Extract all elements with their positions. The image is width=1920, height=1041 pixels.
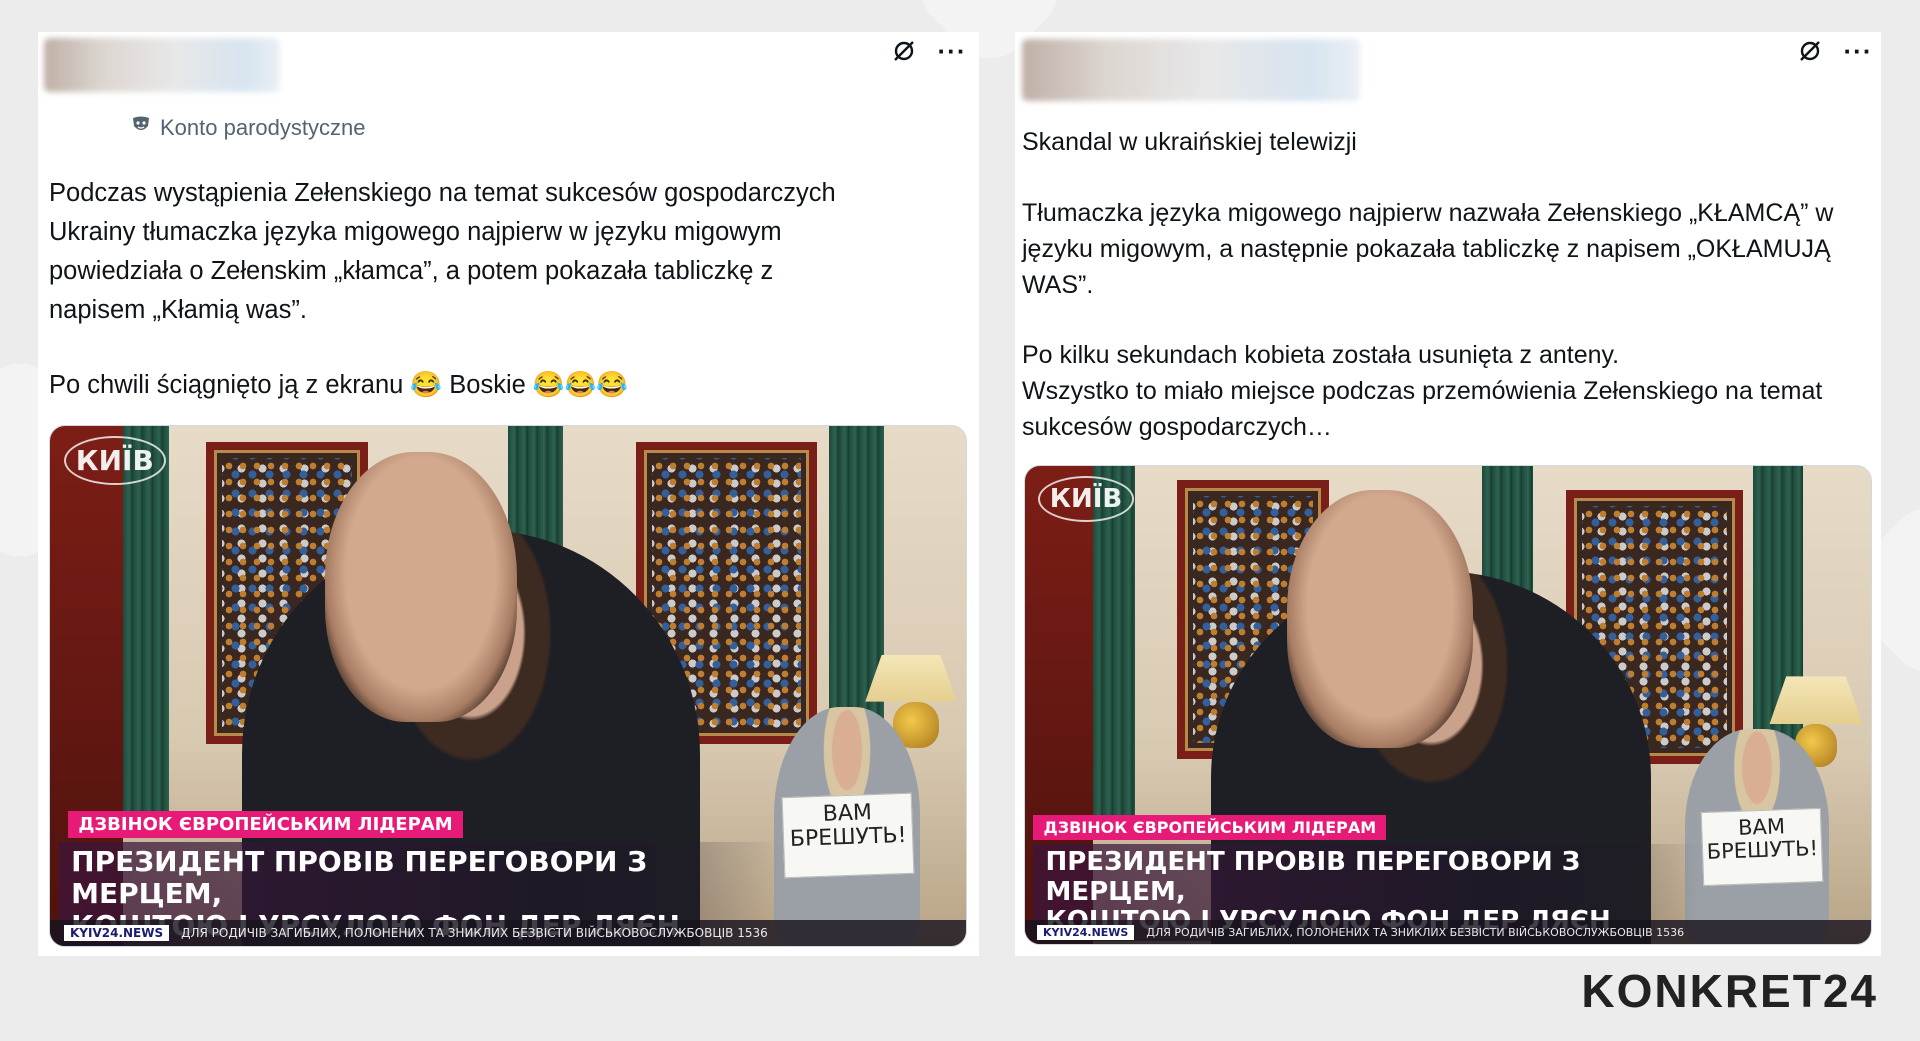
sign-text: БРЕШУТЬ! <box>1706 836 1819 865</box>
grok-icon[interactable] <box>1797 38 1823 64</box>
video-thumbnail[interactable]: ВАМ БРЕШУТЬ! КИЇВ ДЗВІНОК ЄВРОПЕЙСЬКИМ Л… <box>1024 465 1872 945</box>
protest-sign: ВАМ БРЕШУТЬ! <box>781 792 915 879</box>
post-card-left: ··· Konto parodystyczne Podczas wystąpie… <box>38 32 979 956</box>
ticker-text: ДЛЯ РОДИЧІВ ЗАГИБЛИХ, ПОЛОНЕНИХ ТА ЗНИКЛ… <box>1146 925 1685 939</box>
konkret24-logo: KONKRET24 <box>1581 965 1878 1017</box>
channel-logo: КИЇВ <box>63 436 166 486</box>
tv-badge: ДЗВІНОК ЄВРОПЕЙСЬКИМ ЛІДЕРАМ <box>68 810 463 838</box>
post-text-paragraph: Skandal w ukraińskiej telewizji <box>1022 128 1357 156</box>
tv-ticker: KYIV24.NEWS ДЛЯ РОДИЧІВ ЗАГИБЛИХ, ПОЛОНЕ… <box>1025 920 1871 944</box>
more-options-icon[interactable]: ··· <box>1844 38 1872 64</box>
ticker-logo: KYIV24.NEWS <box>1037 924 1135 940</box>
speaker-head <box>1287 489 1474 748</box>
blurred-author-header <box>1022 39 1360 101</box>
post-top-actions: ··· <box>1797 38 1872 64</box>
tv-badge: ДЗВІНОК ЄВРОПЕЙСЬКИМ ЛІДЕРАМ <box>1033 814 1387 840</box>
channel-logo: КИЇВ <box>1037 475 1135 522</box>
sign-text: БРЕШУТЬ! <box>789 823 907 853</box>
tv-ticker: KYIV24.NEWS ДЛЯ РОДИЧІВ ЗАГИБЛИХ, ПОЛОНЕ… <box>50 920 966 946</box>
scene-column <box>1092 466 1135 839</box>
tv-headline-line: ПРЕЗИДЕНТ ПРОВІВ ПЕРЕГОВОРИ З МЕРЦЕМ, <box>1045 846 1581 907</box>
post-top-actions: ··· <box>891 38 966 64</box>
scene-column <box>123 426 170 832</box>
post-text-paragraph: Tłumaczka języka migowego najpierw nazwa… <box>1022 199 1834 299</box>
post-text-paragraph: Podczas wystąpienia Zełenskiego na temat… <box>49 179 836 324</box>
video-thumbnail[interactable]: ВАМ БРЕШУТЬ! КИЇВ ДЗВІНОК ЄВРОПЕЙСЬКИМ Л… <box>49 425 967 947</box>
parody-account-label: Konto parodystyczne <box>130 114 365 142</box>
parody-mask-icon <box>130 114 152 142</box>
protest-sign: ВАМ БРЕШУТЬ! <box>1700 808 1824 887</box>
grok-icon[interactable] <box>891 38 917 64</box>
tv-headline-line: ПРЕЗИДЕНТ ПРОВІВ ПЕРЕГОВОРИ З МЕРЦЕМ, <box>71 845 648 911</box>
blurred-author-header <box>44 38 280 92</box>
more-options-icon[interactable]: ··· <box>938 38 966 64</box>
ticker-text: ДЛЯ РОДИЧІВ ЗАГИБЛИХ, ПОЛОНЕНИХ ТА ЗНИКЛ… <box>181 926 768 940</box>
post-text-paragraph: Po chwili ściągnięto ją z ekranu 😂 Boski… <box>49 371 629 399</box>
post-card-right: ··· Skandal w ukraińskiej telewizji Tłum… <box>1015 32 1881 956</box>
ticker-logo: KYIV24.NEWS <box>64 925 170 941</box>
parody-account-text: Konto parodystyczne <box>160 115 366 140</box>
speaker-head <box>324 452 518 723</box>
post-text-paragraph: Po kilku sekundach kobieta została usuni… <box>1022 341 1823 441</box>
